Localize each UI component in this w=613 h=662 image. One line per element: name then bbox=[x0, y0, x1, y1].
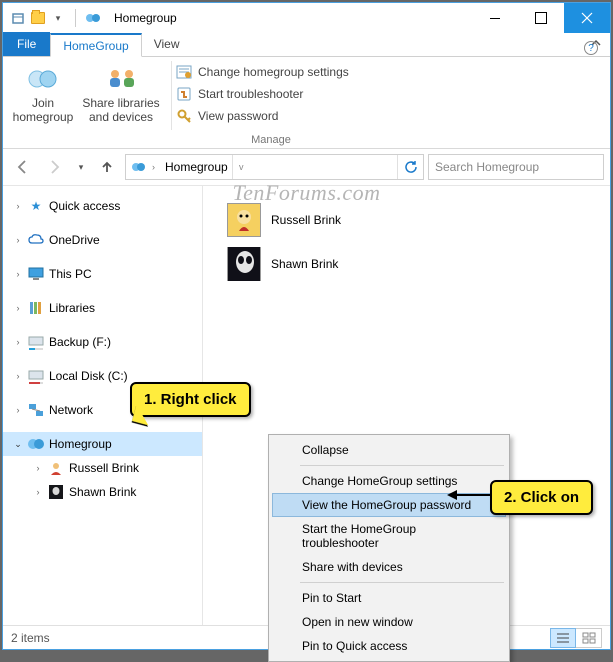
expand-icon[interactable]: › bbox=[11, 303, 25, 313]
troubleshooter-label: Start troubleshooter bbox=[198, 87, 303, 101]
search-box[interactable] bbox=[428, 154, 604, 180]
change-settings-label: Change homegroup settings bbox=[198, 65, 349, 79]
nav-row: ▾ › Homegroup v bbox=[3, 149, 610, 185]
context-menu: Collapse Change HomeGroup settings View … bbox=[268, 434, 510, 662]
ctx-collapse[interactable]: Collapse bbox=[272, 438, 506, 462]
item-name: Shawn Brink bbox=[271, 257, 338, 271]
homegroup-icon bbox=[27, 435, 45, 453]
start-troubleshooter-button[interactable]: Start troubleshooter bbox=[172, 85, 610, 103]
ctx-share-devices[interactable]: Share with devices bbox=[272, 555, 506, 579]
expand-icon[interactable]: › bbox=[11, 201, 25, 211]
collapse-icon[interactable]: ⌄ bbox=[11, 439, 25, 450]
separator bbox=[300, 465, 504, 466]
tree-homegroup-child[interactable]: › Shawn Brink bbox=[3, 480, 202, 504]
annotation-callout-2: 2. Click on bbox=[490, 480, 593, 515]
ctx-open-new-window[interactable]: Open in new window bbox=[272, 610, 506, 634]
list-item[interactable]: Shawn Brink bbox=[213, 244, 600, 284]
expand-icon[interactable]: › bbox=[11, 269, 25, 279]
settings-list-icon bbox=[176, 64, 192, 80]
expand-icon[interactable]: › bbox=[31, 487, 45, 497]
up-button[interactable] bbox=[93, 153, 121, 181]
drive-icon bbox=[27, 367, 45, 385]
tree-this-pc[interactable]: › This PC bbox=[3, 262, 202, 286]
forward-button[interactable] bbox=[41, 153, 69, 181]
pc-icon bbox=[27, 265, 45, 283]
view-password-label: View password bbox=[198, 109, 278, 123]
tree-homegroup-child[interactable]: › Russell Brink bbox=[3, 456, 202, 480]
large-icons-view-button[interactable] bbox=[576, 628, 602, 648]
view-password-button[interactable]: View password bbox=[172, 107, 610, 125]
join-homegroup-icon bbox=[27, 63, 59, 95]
tab-view[interactable]: View bbox=[142, 32, 192, 56]
change-settings-button[interactable]: Change homegroup settings bbox=[172, 63, 610, 81]
recent-locations-button[interactable]: ▾ bbox=[73, 153, 89, 181]
properties-icon[interactable] bbox=[9, 9, 27, 27]
ctx-pin-start[interactable]: Pin to Start bbox=[272, 586, 506, 610]
item-name: Russell Brink bbox=[271, 213, 341, 227]
user-avatar-icon bbox=[227, 203, 261, 237]
separator bbox=[75, 9, 76, 27]
expand-icon[interactable]: › bbox=[11, 337, 25, 347]
ctx-pin-quick-access[interactable]: Pin to Quick access bbox=[272, 634, 506, 658]
troubleshooter-icon bbox=[176, 86, 192, 102]
title-bar: ▾ Homegroup bbox=[3, 3, 610, 33]
new-folder-icon[interactable] bbox=[29, 9, 47, 27]
homegroup-title-icon bbox=[84, 9, 102, 27]
close-button[interactable] bbox=[564, 3, 610, 33]
tree-backup-drive[interactable]: › Backup (F:) bbox=[3, 330, 202, 354]
join-homegroup-button[interactable]: Join homegroup bbox=[9, 61, 77, 127]
maximize-button[interactable] bbox=[518, 3, 564, 33]
ctx-start-troubleshooter[interactable]: Start the HomeGroup troubleshooter bbox=[272, 517, 506, 555]
network-icon bbox=[27, 401, 45, 419]
file-tab[interactable]: File bbox=[3, 32, 50, 56]
expand-icon[interactable]: › bbox=[11, 235, 25, 245]
star-icon: ★ bbox=[27, 197, 45, 215]
tree-libraries[interactable]: › Libraries bbox=[3, 296, 202, 320]
address-root-icon[interactable]: › bbox=[126, 155, 161, 179]
user-icon bbox=[47, 459, 65, 477]
details-view-button[interactable] bbox=[550, 628, 576, 648]
expand-icon[interactable]: › bbox=[31, 463, 45, 473]
libraries-icon bbox=[27, 299, 45, 317]
tree-quick-access[interactable]: › ★ Quick access bbox=[3, 194, 202, 218]
tree-homegroup[interactable]: ⌄ Homegroup bbox=[3, 432, 202, 456]
tree-onedrive[interactable]: › OneDrive bbox=[3, 228, 202, 252]
expand-icon[interactable]: › bbox=[11, 405, 25, 415]
item-count: 2 items bbox=[11, 631, 50, 645]
window-title: Homegroup bbox=[114, 11, 177, 25]
ribbon-group-label: Manage bbox=[52, 134, 490, 148]
ribbon-collapse-button[interactable]: ? bbox=[582, 33, 610, 56]
annotation-callout-1: 1. Right click bbox=[130, 382, 251, 417]
list-item[interactable]: Russell Brink bbox=[213, 200, 600, 240]
user-avatar-icon bbox=[227, 247, 261, 281]
cloud-icon bbox=[27, 231, 45, 249]
qat-dropdown-icon[interactable]: ▾ bbox=[49, 9, 67, 27]
expand-icon[interactable]: › bbox=[11, 371, 25, 381]
address-crumb[interactable]: Homegroup bbox=[161, 155, 232, 179]
address-dropdown-icon[interactable]: v bbox=[232, 155, 250, 179]
ribbon-tabs: File HomeGroup View ? bbox=[3, 33, 610, 57]
back-button[interactable] bbox=[9, 153, 37, 181]
ribbon: Join homegroup Share libraries and devic… bbox=[3, 57, 610, 149]
tab-homegroup[interactable]: HomeGroup bbox=[50, 33, 141, 57]
drive-icon bbox=[27, 333, 45, 351]
search-input[interactable] bbox=[435, 160, 592, 174]
user-icon bbox=[47, 483, 65, 501]
refresh-button[interactable] bbox=[397, 155, 423, 179]
separator bbox=[300, 582, 504, 583]
address-bar[interactable]: › Homegroup v bbox=[125, 154, 424, 180]
share-libraries-icon bbox=[105, 63, 137, 95]
share-libraries-button[interactable]: Share libraries and devices bbox=[77, 61, 165, 127]
key-icon bbox=[176, 108, 192, 124]
minimize-button[interactable] bbox=[472, 3, 518, 33]
